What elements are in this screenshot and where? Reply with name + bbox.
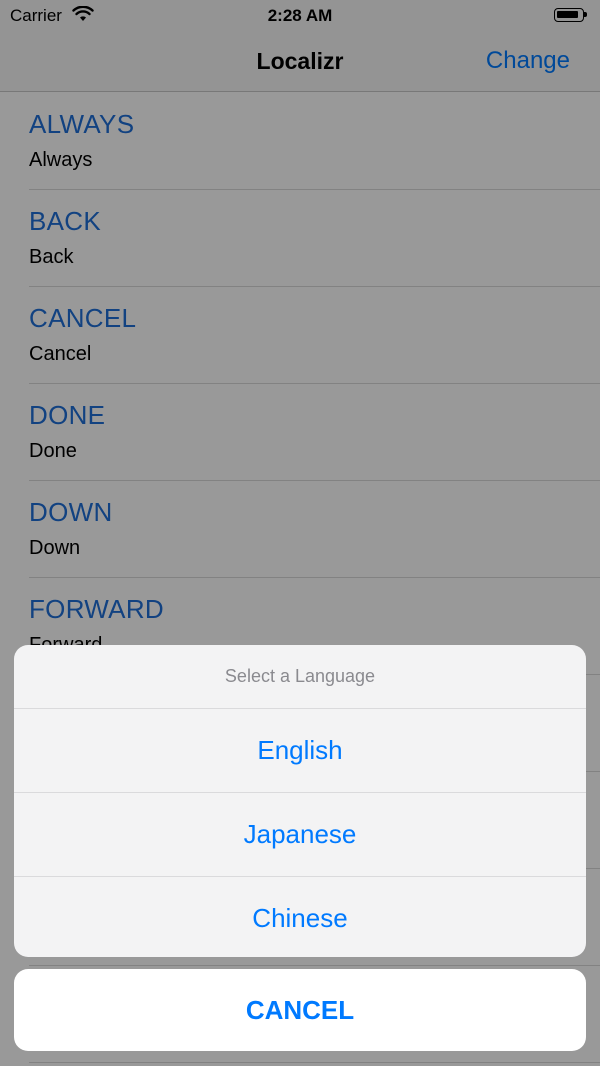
option-english[interactable]: English — [14, 709, 586, 793]
option-japanese[interactable]: Japanese — [14, 793, 586, 877]
cancel-button[interactable]: CANCEL — [14, 969, 586, 1051]
action-sheet-title: Select a Language — [14, 645, 586, 709]
option-chinese[interactable]: Chinese — [14, 877, 586, 957]
language-action-sheet: Select a Language English Japanese Chine… — [14, 645, 586, 957]
